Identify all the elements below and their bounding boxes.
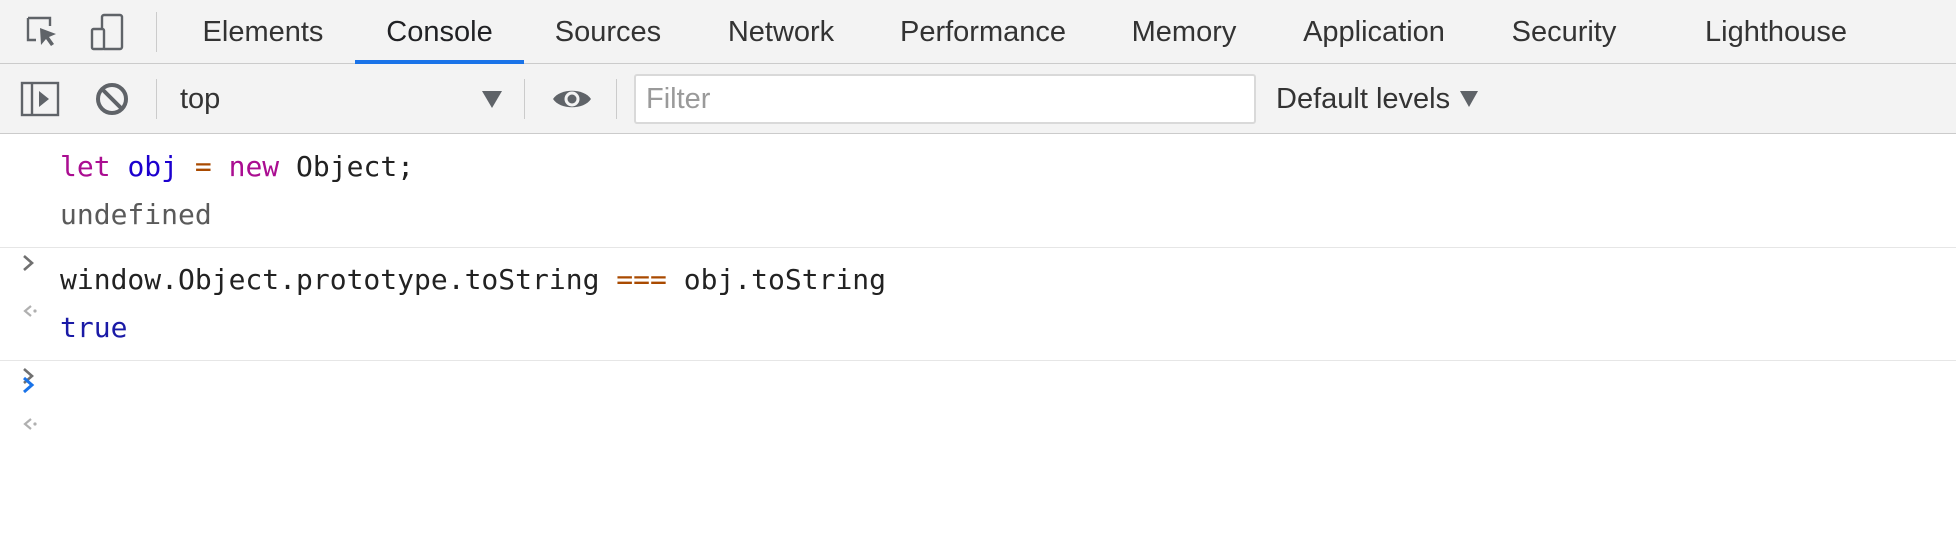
console-prompt[interactable] xyxy=(0,361,1956,409)
code-token: new xyxy=(228,150,280,183)
result-arrow-icon xyxy=(18,304,42,430)
tab-lighthouse[interactable]: Lighthouse xyxy=(1690,0,1862,64)
eye-icon[interactable] xyxy=(550,77,594,121)
code-token: Object; xyxy=(279,150,415,183)
tab-console[interactable]: Console xyxy=(355,0,524,64)
code-token: obj xyxy=(127,150,179,183)
code-token: === xyxy=(616,263,667,296)
code-token: window.Object.prototype.toString xyxy=(60,263,617,296)
console-messages: let obj = new Object; undefined window.O… xyxy=(0,135,1956,430)
devtools-tab-bar: Elements Console Sources Network Perform… xyxy=(0,0,1956,64)
devtools-window: Elements Console Sources Network Perform… xyxy=(0,0,1956,552)
filter-input[interactable] xyxy=(634,74,1256,124)
console-entry: let obj = new Object; undefined xyxy=(0,135,1956,317)
console-input-line: let obj = new Object; xyxy=(0,143,1956,271)
clear-console-icon[interactable] xyxy=(90,77,134,121)
code-token: let xyxy=(60,150,111,183)
code-token: obj.toString xyxy=(666,263,887,296)
tab-application[interactable]: Application xyxy=(1286,0,1462,64)
context-value: top xyxy=(180,83,221,115)
dropdown-arrow-icon xyxy=(1460,91,1479,107)
result-arrow-icon xyxy=(18,191,42,317)
log-levels-label: Default levels xyxy=(1276,83,1451,115)
console-result-line: undefined xyxy=(0,191,1956,317)
tabbar-separator xyxy=(156,12,157,52)
show-sidebar-icon[interactable] xyxy=(18,77,62,121)
device-toolbar-icon[interactable] xyxy=(88,12,128,52)
log-levels-dropdown[interactable]: Default levels xyxy=(1276,76,1479,122)
console-input-code: window.Object.prototype.toString === obj… xyxy=(60,256,886,304)
tab-network[interactable]: Network xyxy=(708,0,854,64)
toolbar-separator xyxy=(616,79,617,119)
toolbar-separator xyxy=(524,79,525,119)
tab-memory[interactable]: Memory xyxy=(1114,0,1254,64)
tab-performance[interactable]: Performance xyxy=(886,0,1080,64)
prompt-chevron-icon xyxy=(18,361,42,409)
console-entry: window.Object.prototype.toString === obj… xyxy=(0,248,1956,430)
toolbar-separator xyxy=(156,79,157,119)
console-result-line: true xyxy=(0,304,1956,430)
dropdown-arrow-icon xyxy=(482,91,502,108)
console-toolbar: top Default levels xyxy=(0,64,1956,134)
tab-security[interactable]: Security xyxy=(1494,0,1634,64)
tab-sources[interactable]: Sources xyxy=(540,0,676,64)
code-token: = xyxy=(194,150,212,183)
input-chevron-icon xyxy=(18,143,42,271)
inspect-element-icon[interactable] xyxy=(22,12,62,52)
console-input-line: window.Object.prototype.toString === obj… xyxy=(0,256,1956,384)
tab-elements[interactable]: Elements xyxy=(190,0,336,64)
input-chevron-icon xyxy=(18,256,42,384)
console-result-value: undefined xyxy=(60,198,212,231)
console-input-code: let obj = new Object; xyxy=(60,143,414,191)
console-result-value: true xyxy=(60,311,128,344)
javascript-context-select[interactable]: top xyxy=(172,76,506,122)
